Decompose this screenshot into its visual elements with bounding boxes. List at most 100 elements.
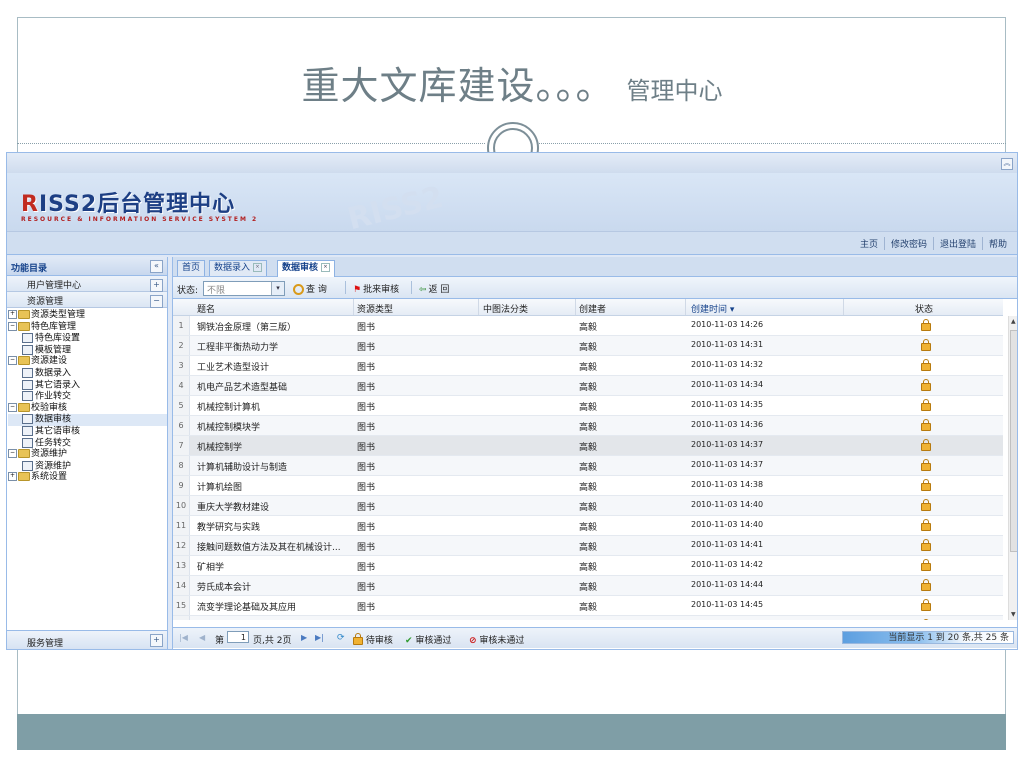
lock-icon[interactable]: [921, 419, 931, 431]
tree-node[interactable]: + 系统设置: [8, 472, 167, 484]
column-header-title[interactable]: 题名: [197, 302, 215, 315]
expand-plus-icon[interactable]: +: [150, 634, 163, 647]
tab-home[interactable]: 首页: [177, 260, 206, 276]
lock-icon[interactable]: [921, 359, 931, 371]
tree-node[interactable]: − 校验审核: [8, 402, 167, 415]
table-row[interactable]: 11 教学研究与实践 图书 高毅 2010-11-03 14:40: [173, 516, 1003, 536]
page-number-input[interactable]: 1: [227, 631, 249, 643]
expand-plus-icon[interactable]: +: [8, 472, 17, 482]
table-row[interactable]: 1 钢铁冶金原理（第三版） 图书 高毅 2010-11-03 14:26: [173, 316, 1003, 336]
lock-icon[interactable]: [921, 479, 931, 491]
lock-icon[interactable]: [921, 539, 931, 551]
table-row[interactable]: 4 机电产品艺术造型基础 图书 高毅 2010-11-03 14:34: [173, 376, 1003, 396]
tree-node[interactable]: − 资源建设: [8, 356, 167, 368]
column-header-created-time[interactable]: 创建时间 ▾: [691, 302, 734, 315]
collapse-minus-icon[interactable]: −: [8, 449, 17, 459]
column-header-creator[interactable]: 创建者: [579, 302, 606, 315]
batch-review-button[interactable]: ⚑ 批来审核: [353, 282, 399, 295]
tree-node[interactable]: 作业转交: [8, 391, 167, 403]
chevron-down-icon[interactable]: ▾: [271, 282, 284, 295]
table-row[interactable]: 8 计算机辅助设计与制造 图书 高毅 2010-11-03 14:37: [173, 456, 1003, 476]
tree-node-label: 其它语录入: [35, 380, 81, 391]
lock-icon[interactable]: [921, 599, 931, 611]
table-row[interactable]: 13 矿相学 图书 高毅 2010-11-03 14:42: [173, 556, 1003, 576]
tree-node[interactable]: 其它语录入: [8, 379, 167, 392]
tree-node[interactable]: 资源维护: [8, 460, 167, 473]
tree-node[interactable]: 特色库设置: [8, 333, 167, 345]
lock-icon[interactable]: [921, 459, 931, 471]
tree-node[interactable]: 数据审核: [8, 414, 167, 426]
back-button[interactable]: ⇦ 返 回: [419, 282, 449, 295]
cell-creator: 高毅: [579, 423, 598, 433]
tree-node[interactable]: − 特色库管理: [8, 321, 167, 334]
scrollbar-thumb[interactable]: [1010, 330, 1017, 552]
tree-node[interactable]: 任务转交: [8, 437, 167, 450]
cell-status: [921, 599, 931, 614]
lock-icon[interactable]: [921, 319, 931, 331]
sidebar-title: 功能目录: [11, 264, 48, 274]
table-row[interactable]: 3 工业艺术造型设计 图书 高毅 2010-11-03 14:32: [173, 356, 1003, 376]
table-row[interactable]: 10 重庆大学教材建设 图书 高毅 2010-11-03 14:40: [173, 496, 1003, 516]
table-row[interactable]: 15 流变学理论基础及其应用 图书 高毅 2010-11-03 14:45: [173, 596, 1003, 616]
lock-icon[interactable]: [921, 519, 931, 531]
table-row[interactable]: 14 劳氏成本会计 图书 高毅 2010-11-03 14:44: [173, 576, 1003, 596]
collapse-header-icon[interactable]: ︽: [1001, 158, 1013, 170]
table-row[interactable]: 12 接触问题数值方法及其在机械设计... 图书 高毅 2010-11-03 14:41: [173, 536, 1003, 556]
cell-status: [921, 399, 931, 414]
table-row[interactable]: 5 机械控制计算机 图书 高毅 2010-11-03 14:35: [173, 396, 1003, 416]
refresh-icon[interactable]: ⟳: [337, 633, 345, 643]
nav-link-logout[interactable]: 退出登陆: [932, 237, 982, 250]
nav-link-home[interactable]: 主页: [854, 237, 884, 250]
lock-icon[interactable]: [921, 339, 931, 351]
tree-node[interactable]: 其它语审核: [8, 425, 167, 438]
tab-data-review[interactable]: 数据审核 ×: [277, 260, 336, 277]
lock-icon[interactable]: [921, 499, 931, 511]
tab-data-entry[interactable]: 数据录入 ×: [209, 260, 268, 276]
accordion-service-management[interactable]: 服务管理 +: [7, 630, 167, 649]
first-page-icon[interactable]: |◀: [179, 633, 188, 642]
tree-node[interactable]: + 资源类型管理: [8, 310, 167, 322]
collapse-minus-icon[interactable]: −: [8, 321, 17, 331]
lock-icon[interactable]: [921, 399, 931, 411]
expand-plus-icon[interactable]: +: [8, 310, 17, 319]
cell-status: [921, 339, 931, 354]
lock-icon[interactable]: [921, 379, 931, 391]
close-icon[interactable]: ×: [253, 263, 263, 272]
table-row[interactable]: 6 机械控制模块学 图书 高毅 2010-11-03 14:36: [173, 416, 1003, 436]
status-filter-select[interactable]: 不限 ▾: [203, 281, 285, 296]
close-icon[interactable]: ×: [321, 263, 331, 272]
grid-scrollbar[interactable]: ▲ ▼: [1008, 316, 1017, 620]
collapse-minus-icon[interactable]: −: [8, 356, 17, 366]
next-page-icon[interactable]: ▶: [301, 633, 307, 642]
folder-icon: [18, 310, 30, 319]
accordion-user-center[interactable]: 用户管理中心 +: [7, 276, 167, 292]
column-header-type[interactable]: 资源类型: [357, 302, 393, 315]
lock-icon[interactable]: [921, 439, 931, 451]
prev-page-icon[interactable]: ◀: [199, 633, 205, 642]
collapse-minus-icon[interactable]: −: [8, 402, 17, 412]
lock-icon[interactable]: [921, 579, 931, 591]
page-icon: [22, 344, 33, 355]
nav-link-change-password[interactable]: 修改密码: [883, 237, 933, 250]
table-row[interactable]: 9 计算机绘图 图书 高毅 2010-11-03 14:38: [173, 476, 1003, 496]
collapse-minus-icon[interactable]: −: [150, 295, 163, 308]
table-row[interactable]: 2 工程非平衡热动力学 图书 高毅 2010-11-03 14:31: [173, 336, 1003, 356]
accordion-resource-management[interactable]: 资源管理 −: [7, 292, 167, 308]
lock-icon[interactable]: [921, 559, 931, 571]
tree-node[interactable]: 数据录入: [8, 367, 167, 380]
toolbar-separator: [345, 281, 346, 294]
cell-type: 图书: [357, 323, 376, 333]
search-button[interactable]: 查 询: [293, 282, 327, 295]
column-header-classification[interactable]: 中图法分类: [483, 302, 528, 315]
table-row[interactable]: 7 机械控制学 图书 高毅 2010-11-03 14:37: [173, 436, 1003, 456]
tree-node[interactable]: 模板管理: [8, 344, 167, 357]
scroll-down-icon[interactable]: ▼: [1011, 611, 1016, 618]
column-header-status[interactable]: 状态: [915, 302, 933, 315]
last-page-icon[interactable]: ▶|: [315, 633, 324, 642]
nav-link-help[interactable]: 帮助: [981, 237, 1013, 250]
table-row[interactable]: 16气田开发地质图书高毅2010-11-03 14:46: [173, 616, 1003, 620]
expand-plus-icon[interactable]: +: [150, 279, 163, 292]
scroll-up-icon[interactable]: ▲: [1011, 318, 1016, 325]
tree-node[interactable]: − 资源维护: [8, 449, 167, 461]
collapse-sidebar-icon[interactable]: «: [150, 260, 163, 273]
